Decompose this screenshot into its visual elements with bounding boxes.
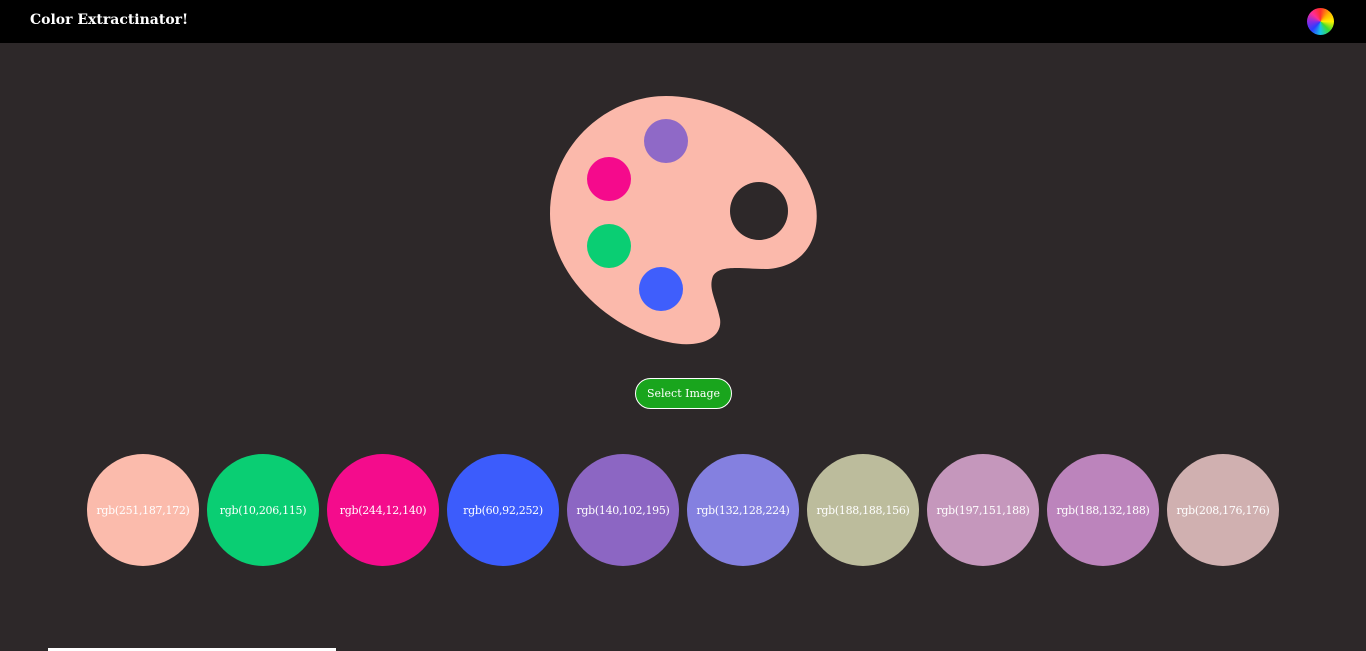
swatch-label: rgb(251,187,172) <box>96 503 190 517</box>
swatch-label: rgb(244,12,140) <box>339 503 427 517</box>
paint-dot-pink <box>587 157 631 201</box>
app-title[interactable]: Color Extractinator! <box>30 12 188 28</box>
palette-hole <box>730 182 788 240</box>
color-wheel-icon[interactable] <box>1307 8 1334 35</box>
color-swatch[interactable]: rgb(251,187,172) <box>87 454 199 566</box>
color-swatch[interactable]: rgb(10,206,115) <box>207 454 319 566</box>
color-swatch[interactable]: rgb(208,176,176) <box>1167 454 1279 566</box>
navbar: Color Extractinator! <box>0 0 1366 43</box>
swatch-label: rgb(132,128,224) <box>696 503 790 517</box>
swatch-label: rgb(197,151,188) <box>936 503 1030 517</box>
color-swatch[interactable]: rgb(140,102,195) <box>567 454 679 566</box>
paint-dot-blue <box>639 267 683 311</box>
swatch-label: rgb(60,92,252) <box>463 503 543 517</box>
select-image-button[interactable]: Select Image <box>635 378 732 409</box>
color-swatch[interactable]: rgb(188,188,156) <box>807 454 919 566</box>
color-swatch-list: rgb(251,187,172) rgb(10,206,115) rgb(244… <box>87 454 1287 566</box>
color-swatch[interactable]: rgb(244,12,140) <box>327 454 439 566</box>
color-swatch[interactable]: rgb(197,151,188) <box>927 454 1039 566</box>
paint-dot-green <box>587 224 631 268</box>
swatch-label: rgb(10,206,115) <box>219 503 307 517</box>
color-swatch[interactable]: rgb(60,92,252) <box>447 454 559 566</box>
swatch-label: rgb(188,188,156) <box>816 503 910 517</box>
palette-image <box>550 96 817 345</box>
selected-image <box>548 94 818 346</box>
paint-dot-purple <box>644 119 688 163</box>
color-swatch[interactable]: rgb(132,128,224) <box>687 454 799 566</box>
swatch-label: rgb(188,132,188) <box>1056 503 1150 517</box>
color-swatch[interactable]: rgb(188,132,188) <box>1047 454 1159 566</box>
swatch-label: rgb(140,102,195) <box>576 503 670 517</box>
swatch-label: rgb(208,176,176) <box>1176 503 1270 517</box>
